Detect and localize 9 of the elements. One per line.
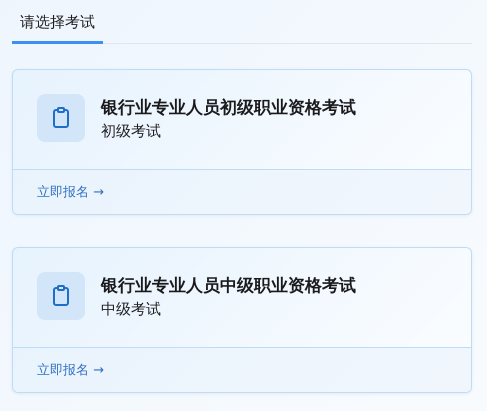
tab[interactable]: 请选择考试 (12, 0, 103, 44)
exam-level: 中级考试 (101, 300, 162, 318)
exam-level: 初级考试 (101, 122, 162, 140)
register-link[interactable]: 立即报名 → (37, 361, 104, 379)
exam-title: 银行业专业人员中级职业资格考试 (101, 274, 356, 296)
clipboard-icon (37, 94, 85, 142)
clipboard-icon (37, 272, 85, 320)
exam-title: 银行业专业人员初级职业资格考试 (101, 96, 356, 118)
register-link[interactable]: 立即报名 → (37, 183, 104, 201)
